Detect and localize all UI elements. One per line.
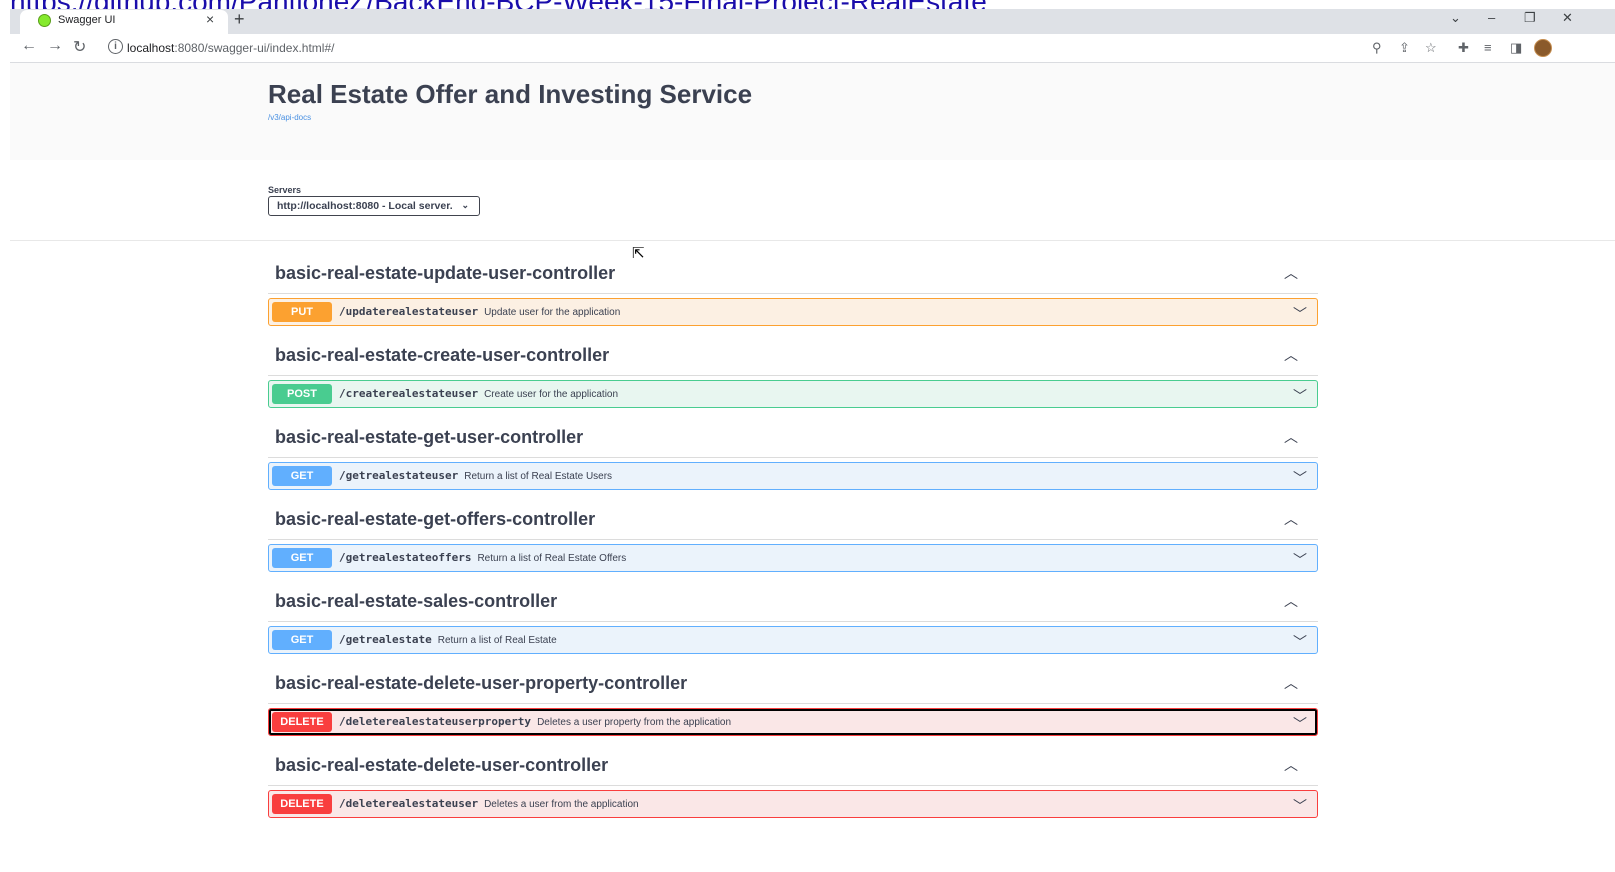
tag-name: basic-real-estate-delete-user-property-c… — [275, 673, 688, 693]
zoom-icon[interactable]: ⚲ — [1372, 40, 1382, 56]
operation-path: /deleterealestateuser Deletes a user from… — [339, 797, 639, 810]
operation-get-getrealestate[interactable]: GET /getrealestate Return a list of Real … — [268, 626, 1318, 654]
chevron-down-icon[interactable]: ﹀ — [1293, 632, 1307, 652]
operation-summary: Return a list of Real Estate Offers — [477, 553, 627, 564]
tag-header[interactable]: basic-real-estate-get-user-controller ︿ — [268, 413, 1318, 458]
servers-label: Servers — [268, 185, 302, 195]
tag-name: basic-real-estate-update-user-controller — [275, 263, 616, 283]
operation-summary: Deletes a user property from the applica… — [537, 717, 732, 728]
reading-list-icon[interactable]: ≡ — [1484, 40, 1492, 55]
tab-title: Swagger UI — [58, 14, 116, 26]
share-icon[interactable]: ⇪ — [1399, 40, 1410, 56]
tab-search-icon[interactable]: ⌄ — [1450, 10, 1461, 26]
tag-section: basic-real-estate-delete-user-property-c… — [268, 659, 1318, 736]
method-badge: DELETE — [272, 794, 332, 814]
operation-summary: Update user for the application — [484, 307, 621, 318]
api-info: Real Estate Offer and Investing Service … — [10, 63, 1615, 160]
operation-path: /getrealestateoffers Return a list of Rea… — [339, 551, 627, 564]
operation-delete-deleterealestateuserproperty[interactable]: DELETE /deleterealestateuserproperty Dele… — [268, 708, 1318, 736]
method-badge: GET — [272, 466, 332, 486]
tag-section: basic-real-estate-update-user-controller… — [268, 249, 1318, 326]
operation-summary: Deletes a user from the application — [484, 799, 639, 810]
method-badge: GET — [272, 630, 332, 650]
new-tab-button[interactable]: + — [234, 9, 245, 30]
tag-section: basic-real-estate-create-user-controller… — [268, 331, 1318, 408]
chevron-up-icon[interactable]: ︿ — [1284, 591, 1298, 611]
servers-selected-value: http://localhost:8080 - Local server. — [277, 200, 453, 212]
chevron-up-icon[interactable]: ︿ — [1284, 427, 1298, 447]
operation-summary: Return a list of Real Estate — [437, 635, 557, 646]
tag-header[interactable]: basic-real-estate-delete-user-controller… — [268, 741, 1318, 786]
method-badge: DELETE — [272, 712, 332, 732]
tag-name: basic-real-estate-get-offers-controller — [275, 509, 596, 529]
tab-close-icon[interactable]: × — [206, 11, 214, 27]
chevron-down-icon[interactable]: ﹀ — [1293, 714, 1307, 734]
url-text: localhost:8080/swagger-ui/index.html#/ — [127, 41, 335, 55]
tag-section: basic-real-estate-get-user-controller ︿ … — [268, 413, 1318, 490]
tag-header[interactable]: basic-real-estate-sales-controller ︿ — [268, 577, 1318, 622]
url-field[interactable]: i localhost:8080/swagger-ui/index.html#/ — [100, 36, 1440, 60]
servers-select[interactable]: http://localhost:8080 - Local server. ⌄ — [268, 196, 480, 216]
operation-post-createrealestateuser[interactable]: POST /createrealestateuser Create user fo… — [268, 380, 1318, 408]
operation-put-updaterealestateuser[interactable]: PUT /updaterealestateuser Update user for… — [268, 298, 1318, 326]
chevron-up-icon[interactable]: ︿ — [1284, 673, 1298, 693]
operation-summary: Create user for the application — [484, 389, 619, 400]
browser-tab-bar: Swagger UI × + ⌄ – ❐ ✕ — [10, 9, 1615, 34]
method-badge: GET — [272, 548, 332, 568]
extensions-icon[interactable]: ✚ — [1458, 40, 1469, 56]
chevron-up-icon[interactable]: ︿ — [1284, 345, 1298, 365]
tag-section: basic-real-estate-sales-controller ︿ GET… — [268, 577, 1318, 654]
profile-avatar[interactable] — [1534, 39, 1552, 57]
tag-header[interactable]: basic-real-estate-delete-user-property-c… — [268, 659, 1318, 704]
browser-tab[interactable]: Swagger UI × — [20, 10, 228, 34]
tag-header[interactable]: basic-real-estate-get-offers-controller … — [268, 495, 1318, 540]
operation-summary: Return a list of Real Estate Users — [464, 471, 613, 482]
restore-icon[interactable]: ❐ — [1524, 10, 1536, 26]
chevron-down-icon: ⌄ — [461, 200, 469, 210]
tag-name: basic-real-estate-create-user-controller — [275, 345, 610, 365]
star-icon[interactable]: ☆ — [1425, 40, 1437, 56]
operation-get-getrealestateoffers[interactable]: GET /getrealestateoffers Return a list of… — [268, 544, 1318, 572]
method-badge: POST — [272, 384, 332, 404]
tag-name: basic-real-estate-sales-controller — [275, 591, 558, 611]
operation-path: /getrealestateuser Return a list of Real … — [339, 469, 613, 482]
chevron-down-icon[interactable]: ﹀ — [1293, 386, 1307, 406]
tag-name: basic-real-estate-get-user-controller — [275, 427, 584, 447]
side-panel-icon[interactable]: ◨ — [1510, 40, 1522, 56]
tag-section: basic-real-estate-delete-user-controller… — [268, 741, 1318, 818]
chevron-up-icon[interactable]: ︿ — [1284, 509, 1298, 529]
api-docs-link[interactable]: /v3/api-docs — [268, 113, 311, 122]
chevron-down-icon[interactable]: ﹀ — [1293, 796, 1307, 816]
chevron-up-icon[interactable]: ︿ — [1284, 755, 1298, 775]
chevron-down-icon[interactable]: ﹀ — [1293, 550, 1307, 570]
tag-name: basic-real-estate-delete-user-controller — [275, 755, 609, 775]
reload-icon[interactable]: ↻ — [73, 37, 86, 57]
info-icon[interactable]: i — [108, 39, 123, 54]
chevron-down-icon[interactable]: ﹀ — [1293, 468, 1307, 488]
operation-path: /deleterealestateuserproperty Deletes a u… — [339, 715, 732, 728]
tag-header[interactable]: basic-real-estate-update-user-controller… — [268, 249, 1318, 294]
page-title: Real Estate Offer and Investing Service — [268, 79, 753, 109]
chevron-down-icon[interactable]: ﹀ — [1293, 304, 1307, 324]
close-window-icon[interactable]: ✕ — [1562, 10, 1573, 26]
address-bar: ← → ↻ i localhost:8080/swagger-ui/index.… — [10, 34, 1615, 63]
operation-path: /getrealestate Return a list of Real Esta… — [339, 633, 557, 646]
tag-section: basic-real-estate-get-offers-controller … — [268, 495, 1318, 572]
servers-section: Servers http://localhost:8080 - Local se… — [10, 160, 1615, 241]
operation-delete-deleterealestateuser[interactable]: DELETE /deleterealestateuser Deletes a us… — [268, 790, 1318, 818]
forward-arrow-icon[interactable]: → — [47, 37, 63, 55]
operation-path: /updaterealestateuser Update user for the… — [339, 305, 621, 318]
operation-get-getrealestateuser[interactable]: GET /getrealestateuser Return a list of R… — [268, 462, 1318, 490]
minimize-icon[interactable]: – — [1488, 10, 1495, 25]
operation-path: /createrealestateuser Create user for the… — [339, 387, 619, 400]
swagger-favicon-icon — [38, 14, 51, 27]
chevron-up-icon[interactable]: ︿ — [1284, 263, 1298, 283]
back-arrow-icon[interactable]: ← — [21, 37, 37, 55]
method-badge: PUT — [272, 302, 332, 322]
tag-header[interactable]: basic-real-estate-create-user-controller… — [268, 331, 1318, 376]
